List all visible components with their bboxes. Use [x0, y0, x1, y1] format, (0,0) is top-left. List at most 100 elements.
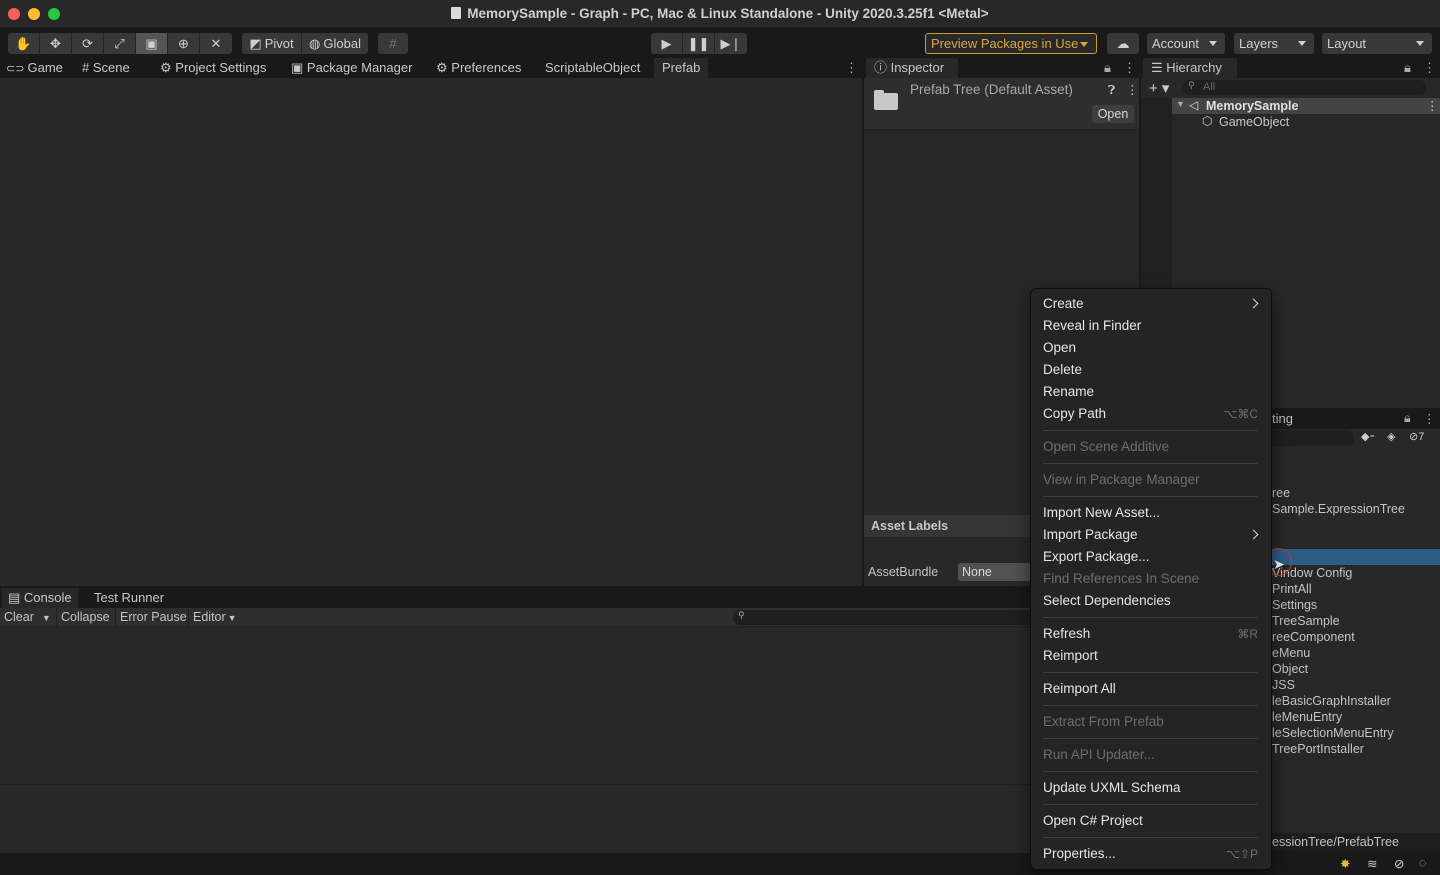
more-options-icon[interactable]: ⋮	[1423, 58, 1436, 78]
tab-project-partial[interactable]: ting	[1272, 411, 1293, 426]
tab-game[interactable]: ⊂⊃ Game	[6, 58, 63, 78]
layers-dropdown[interactable]: Layers	[1234, 33, 1314, 54]
menu-item-reveal-in-finder[interactable]: Reveal in Finder	[1043, 315, 1141, 337]
layers-stack-icon[interactable]: ≋	[1367, 856, 1377, 871]
editor-dropdown[interactable]: Editor ▼	[193, 610, 237, 624]
add-icon[interactable]: + ▾	[1149, 79, 1169, 97]
bug-icon[interactable]: ✸	[1340, 856, 1350, 871]
menu-item-create[interactable]: Create	[1043, 293, 1084, 315]
tab-scriptableobject[interactable]: ScriptableObject	[545, 58, 640, 78]
project-search-input[interactable]	[1272, 430, 1354, 446]
project-item[interactable]: PrintAll	[1272, 581, 1312, 597]
hand-tool-icon[interactable]: ✋	[8, 33, 40, 54]
console-detail-divider	[0, 784, 1030, 785]
tab-test-runner[interactable]: Test Runner	[94, 588, 164, 608]
rect-tool-icon[interactable]: ▣	[136, 33, 168, 54]
transform-tool-icon[interactable]: ⊕	[168, 33, 200, 54]
grid-snap-icon[interactable]: #	[378, 33, 408, 54]
project-item[interactable]: ree	[1272, 485, 1290, 501]
hierarchy-scene-row[interactable]: ▼ ◁ MemorySample ⋮	[1172, 98, 1440, 114]
tab-package-manager[interactable]: ▣ Package Manager	[291, 58, 412, 78]
project-item[interactable]: Object	[1272, 661, 1308, 677]
more-options-icon[interactable]: ⋮	[1123, 58, 1136, 78]
menu-item-reimport[interactable]: Reimport	[1043, 645, 1098, 667]
menu-item-reimport-all[interactable]: Reimport All	[1043, 678, 1116, 700]
console-tab-strip: ▤ Console Test Runner	[0, 588, 1030, 608]
menu-item-rename[interactable]: Rename	[1043, 381, 1094, 403]
project-item[interactable]: JSS	[1272, 677, 1295, 693]
tab-scene[interactable]: # Scene	[82, 58, 130, 78]
menu-item-open[interactable]: Open	[1043, 337, 1076, 359]
menu-item-import-package[interactable]: Import Package	[1043, 524, 1138, 546]
project-item[interactable]: TreePortInstaller	[1272, 741, 1364, 757]
rotate-tool-icon[interactable]: ⟳	[72, 33, 104, 54]
hierarchy-gameobject-row[interactable]: ⬡ GameObject	[1172, 114, 1440, 130]
pivot-button[interactable]: ◩ Pivot	[242, 33, 302, 54]
project-item[interactable]: leMenuEntry	[1272, 709, 1342, 725]
tab-project-settings[interactable]: ⚙ Project Settings	[160, 58, 266, 78]
step-icon[interactable]: ▶❘	[715, 33, 747, 54]
tab-preferences[interactable]: ⚙ Preferences	[436, 58, 521, 78]
project-item[interactable]: eMenu	[1272, 645, 1310, 661]
console-search-input[interactable]: ⚲	[733, 610, 1030, 625]
lock-icon[interactable]: 🔒︎	[1404, 58, 1411, 78]
global-button[interactable]: ◍ Global	[302, 33, 368, 54]
more-options-icon[interactable]: ⋮	[1126, 82, 1139, 97]
layout-dropdown[interactable]: Layout	[1322, 33, 1432, 54]
help-icon[interactable]: ❓︎	[1108, 83, 1115, 98]
menu-item-copy-path[interactable]: Copy Path	[1043, 403, 1106, 425]
project-item[interactable]: leBasicGraphInstaller	[1272, 693, 1391, 709]
assetbundle-dropdown[interactable]: None	[958, 563, 1038, 581]
auto-generate-lighting-off-icon[interactable]: ⊘	[1394, 856, 1404, 871]
project-item[interactable]: Sample.ExpressionTree	[1272, 501, 1405, 517]
clear-button[interactable]: Clear ▼	[4, 610, 51, 624]
progress-check-icon[interactable]: ◌	[1419, 856, 1426, 870]
search-by-type-icon[interactable]: ◆⁃	[1361, 430, 1375, 443]
tab-inspector[interactable]: ⓘ Inspector	[866, 58, 958, 78]
menu-item-update-uxml-schema[interactable]: Update UXML Schema	[1043, 777, 1181, 799]
menu-separator	[1043, 705, 1258, 706]
hierarchy-search-input[interactable]: ⚲ All	[1183, 80, 1426, 95]
more-options-icon[interactable]: ⋮	[845, 58, 858, 78]
preview-packages-dropdown[interactable]: Preview Packages in Use	[925, 33, 1097, 54]
menu-item-refresh[interactable]: Refresh	[1043, 623, 1090, 645]
label-tag-icon[interactable]: ◈	[1387, 430, 1395, 443]
globe-icon: ◍	[309, 35, 321, 51]
project-item[interactable]: Settings	[1272, 597, 1317, 613]
lock-icon[interactable]: 🔒︎	[1104, 58, 1111, 78]
chevron-down-icon	[1080, 42, 1088, 47]
more-options-icon[interactable]: ⋮	[1423, 411, 1436, 426]
open-button[interactable]: Open	[1092, 105, 1134, 123]
menu-item-properties[interactable]: Properties...	[1043, 843, 1116, 865]
menu-item-extract-from-prefab: Extract From Prefab	[1043, 714, 1164, 729]
menu-item-select-dependencies[interactable]: Select Dependencies	[1043, 590, 1171, 612]
tab-console[interactable]: ▤ Console	[2, 588, 78, 608]
gear-icon: ⚙	[436, 60, 452, 75]
menu-item-export-package[interactable]: Export Package...	[1043, 546, 1150, 568]
prefab-view[interactable]	[0, 78, 862, 586]
play-icon[interactable]: ▶	[651, 33, 683, 54]
menu-item-open-csharp-project[interactable]: Open C# Project	[1043, 810, 1143, 832]
menu-item-delete[interactable]: Delete	[1043, 359, 1082, 381]
unity-scene-icon: ◁	[1189, 98, 1199, 112]
tab-prefab[interactable]: Prefab	[654, 58, 709, 78]
move-tool-icon[interactable]: ✥	[40, 33, 72, 54]
cloud-button[interactable]: ☁	[1107, 33, 1139, 54]
expand-arrow-icon[interactable]: ▼	[1176, 99, 1185, 109]
collapse-button[interactable]: Collapse	[61, 610, 110, 624]
project-item[interactable]: leSelectionMenuEntry	[1272, 725, 1394, 741]
hidden-count-badge[interactable]: ⊘7	[1409, 430, 1424, 443]
project-item[interactable]: reeComponent	[1272, 629, 1355, 645]
error-pause-button[interactable]: Error Pause	[120, 610, 187, 624]
pause-icon[interactable]: ❚❚	[683, 33, 715, 54]
menu-item-import-new-asset[interactable]: Import New Asset...	[1043, 502, 1160, 524]
scale-tool-icon[interactable]: ⤢	[104, 33, 136, 54]
account-dropdown[interactable]: Account	[1147, 33, 1225, 54]
tab-hierarchy[interactable]: ☰ Hierarchy	[1143, 58, 1237, 78]
project-item[interactable]: TreeSample	[1272, 613, 1340, 629]
custom-tool-icon[interactable]: ✕	[200, 33, 232, 54]
lock-icon[interactable]: 🔒︎	[1404, 411, 1411, 426]
more-options-icon[interactable]: ⋮	[1426, 98, 1439, 113]
info-icon: ⓘ	[874, 60, 891, 75]
gamepad-icon: ⊂⊃	[6, 63, 28, 75]
